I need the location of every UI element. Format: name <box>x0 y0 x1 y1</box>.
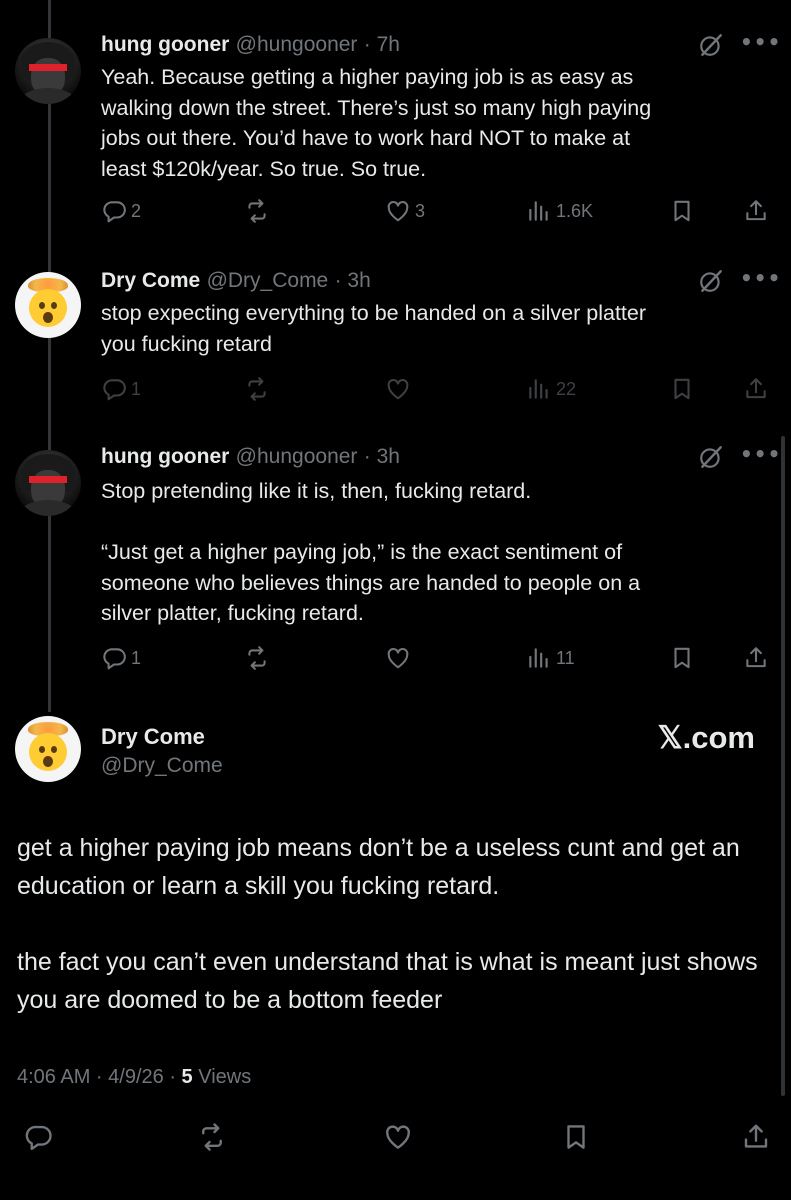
share-icon <box>743 376 769 402</box>
reply-button[interactable]: 1 <box>101 374 141 404</box>
author-handle[interactable]: @hungooner <box>236 445 358 468</box>
views-button[interactable]: 22 <box>526 374 576 404</box>
repost-button[interactable] <box>244 374 270 404</box>
views-count[interactable]: 5 <box>182 1066 193 1088</box>
post-time[interactable]: · 3h <box>335 269 371 292</box>
thread-connector <box>48 104 51 272</box>
bookmark-button[interactable] <box>669 196 695 226</box>
views-button[interactable]: 11 <box>526 643 575 673</box>
author-name[interactable]: Dry Come <box>101 269 200 292</box>
post-text: get a higher paying job means don’t be a… <box>17 829 777 1057</box>
author-name[interactable]: Dry Come <box>101 724 205 750</box>
views-label[interactable]: Views <box>193 1066 251 1088</box>
avatar[interactable] <box>15 272 81 338</box>
repost-icon <box>244 198 270 224</box>
bookmark-icon <box>669 645 695 671</box>
like-icon <box>385 198 411 224</box>
more-icon[interactable]: ••• <box>740 30 781 54</box>
repost-button[interactable] <box>244 196 270 226</box>
like-icon <box>385 376 411 402</box>
thread-connector <box>48 0 51 38</box>
bookmark-icon <box>669 198 695 224</box>
repost-button[interactable] <box>197 1122 227 1152</box>
reply-icon <box>101 645 127 671</box>
avatar[interactable] <box>15 716 81 782</box>
thread-connector <box>48 338 51 450</box>
action-bar: 2 3 1.6K <box>101 196 781 226</box>
post-text: stop expecting everything to be handed o… <box>101 301 647 356</box>
author-handle[interactable]: @Dry_Come <box>207 269 329 292</box>
like-icon <box>385 645 411 671</box>
share-button[interactable] <box>743 643 769 673</box>
like-button[interactable] <box>383 1122 413 1152</box>
avatar[interactable] <box>15 450 81 516</box>
post-time[interactable]: · 7h <box>364 33 400 56</box>
x-com-watermark: 𝕏.com <box>657 720 755 755</box>
post-paragraph: the fact you can’t even understand that … <box>17 948 758 1014</box>
grok-icon[interactable] <box>698 268 724 294</box>
post-text: Yeah. Because getting a higher paying jo… <box>101 65 652 181</box>
views-icon <box>526 645 552 671</box>
bookmark-button[interactable] <box>561 1122 591 1152</box>
action-bar: 1 22 <box>101 374 781 404</box>
post-time[interactable]: · 3h <box>364 445 400 468</box>
author-name[interactable]: hung gooner <box>101 33 229 56</box>
share-button[interactable] <box>743 374 769 404</box>
share-button[interactable] <box>743 196 769 226</box>
like-button[interactable] <box>385 374 411 404</box>
views-icon <box>526 376 552 402</box>
bookmark-button[interactable] <box>669 643 695 673</box>
views-icon <box>526 198 552 224</box>
author-handle[interactable]: @hungooner <box>236 33 358 56</box>
more-icon[interactable]: ••• <box>740 442 781 466</box>
repost-icon <box>244 645 270 671</box>
more-icon[interactable]: ••• <box>740 266 781 290</box>
reply-button[interactable]: 2 <box>101 196 141 226</box>
grok-icon[interactable] <box>698 444 724 470</box>
author-handle[interactable]: @Dry_Come <box>101 754 223 778</box>
repost-icon <box>197 1122 227 1152</box>
bookmark-icon <box>561 1122 591 1152</box>
repost-button[interactable] <box>244 643 270 673</box>
action-bar <box>0 1122 791 1156</box>
reply-icon <box>101 376 127 402</box>
share-button[interactable] <box>741 1122 771 1152</box>
share-icon <box>741 1122 771 1152</box>
repost-icon <box>244 376 270 402</box>
post-text: Stop pretending like it is, then, fuckin… <box>101 479 641 625</box>
post-meta: 4:06 AM · 4/9/26 · 5 Views <box>17 1066 251 1089</box>
reply-button[interactable]: 1 <box>101 643 141 673</box>
thread-connector <box>48 516 51 712</box>
post-paragraph: get a higher paying job means don’t be a… <box>17 834 740 900</box>
share-icon <box>743 198 769 224</box>
reply-button[interactable] <box>23 1122 53 1152</box>
author-name[interactable]: hung gooner <box>101 445 229 468</box>
like-button[interactable]: 3 <box>385 196 425 226</box>
share-icon <box>743 645 769 671</box>
post-timestamp[interactable]: 4:06 AM · 4/9/26 · <box>17 1066 182 1088</box>
like-icon <box>383 1122 413 1152</box>
grok-icon[interactable] <box>698 32 724 58</box>
views-button[interactable]: 1.6K <box>526 196 593 226</box>
like-button[interactable] <box>385 643 411 673</box>
reply-icon <box>101 198 127 224</box>
bookmark-button[interactable] <box>669 374 695 404</box>
action-bar: 1 11 <box>101 643 781 673</box>
bookmark-icon <box>669 376 695 402</box>
reply-icon <box>23 1122 53 1152</box>
avatar[interactable] <box>15 38 81 104</box>
scrollbar[interactable] <box>781 436 785 1096</box>
